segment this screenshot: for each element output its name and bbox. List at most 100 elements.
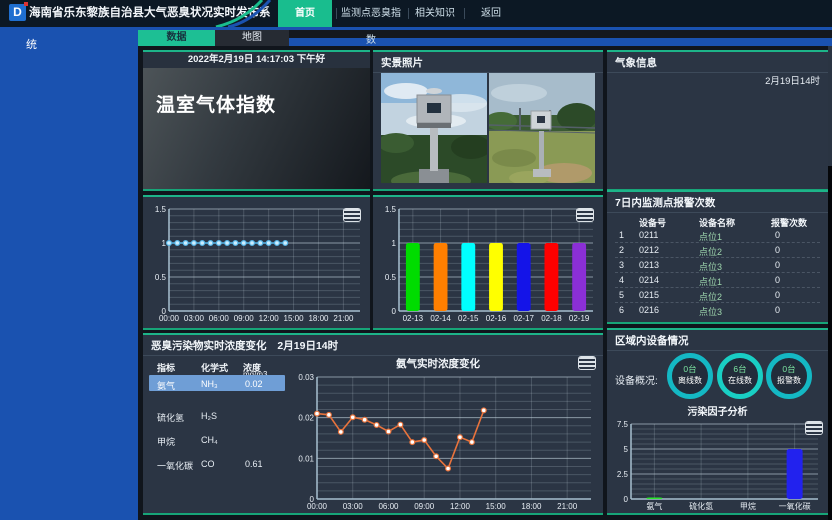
navbar-divider (0, 27, 832, 30)
nav-item-home[interactable]: 首页 (278, 0, 332, 27)
scrollbar-thumb[interactable] (828, 46, 832, 166)
page-headline: 温室气体指数 (156, 90, 276, 117)
chart-menu-icon[interactable] (579, 357, 595, 369)
column-device-name: 设备名称 (699, 216, 735, 229)
swoosh-decoration (212, 0, 274, 27)
svg-text:02-15: 02-15 (458, 314, 479, 323)
svg-text:02-14: 02-14 (430, 314, 451, 323)
svg-text:0.03: 0.03 (298, 373, 314, 382)
svg-text:02-17: 02-17 (513, 314, 534, 323)
row-divider (615, 302, 820, 303)
datetime-label: 2022年2月19日 14:17:03 下午好 (143, 52, 370, 68)
column-indicator: 指标 (157, 361, 175, 374)
svg-text:0.5: 0.5 (155, 273, 167, 282)
svg-text:7.5: 7.5 (617, 420, 629, 429)
svg-text:12:00: 12:00 (259, 314, 280, 323)
row-index: 3 (619, 260, 624, 270)
svg-text:氨气: 氨气 (646, 501, 662, 511)
device-name: 点位3 (699, 305, 722, 318)
svg-text:0: 0 (624, 495, 629, 504)
device-id: 0211 (639, 230, 658, 240)
online-label: 在线数 (722, 375, 758, 386)
site-photo-1 (381, 73, 487, 183)
pollutant-formula: NH₃ (201, 379, 218, 389)
dashboard-screen: D 海南省乐东黎族自治县大气恶臭状况实时发布系 首页 监测点恶臭指数 相关知识 … (0, 0, 832, 520)
device-id: 0213 (639, 260, 659, 270)
svg-text:09:00: 09:00 (234, 314, 255, 323)
odor-panel-title: 恶臭污染物实时浓度变化 2月19日14时 (143, 335, 603, 356)
photos-panel-title: 实景照片 (373, 52, 603, 73)
alarm-count: 0台 (771, 363, 807, 375)
alarm-count: 0 (775, 260, 780, 270)
daily-index-chart: 00.511.502-1302-1402-1502-1602-1702-1802… (375, 203, 599, 324)
device-id: 0215 (639, 290, 659, 300)
svg-text:0.02: 0.02 (298, 414, 314, 423)
svg-text:00:00: 00:00 (307, 502, 328, 511)
odor-title-text: 恶臭污染物实时浓度变化 (151, 340, 267, 352)
alarm-count: 0 (775, 230, 780, 240)
offline-label: 离线数 (672, 375, 708, 386)
svg-text:18:00: 18:00 (521, 502, 542, 511)
svg-text:2.5: 2.5 (617, 470, 629, 479)
svg-text:06:00: 06:00 (378, 502, 399, 511)
row-index: 5 (619, 290, 624, 300)
alarm-count: 0 (775, 290, 780, 300)
devices-panel-title: 区域内设备情况 (607, 330, 828, 351)
ammonia-concentration-chart: 00.010.020.0300:0003:0006:0009:0012:0015… (289, 371, 597, 512)
nav-item-odor-index[interactable]: 监测点恶臭指数 (338, 0, 404, 27)
row-divider (615, 257, 820, 258)
nav-item-back[interactable]: 返回 (468, 0, 514, 27)
svg-text:02-18: 02-18 (541, 314, 562, 323)
column-device-id: 设备号 (639, 216, 666, 229)
row-index: 6 (619, 305, 624, 315)
row-divider (615, 272, 820, 273)
chart-menu-icon[interactable] (344, 209, 360, 221)
nav-item-knowledge[interactable]: 相关知识 (410, 0, 460, 27)
svg-text:1: 1 (162, 239, 167, 248)
pollutant-formula: CO (201, 459, 215, 469)
offline-count: 0台 (672, 363, 708, 375)
greenhouse-index-chart: 00.511.500:0003:0006:0009:0012:0015:0018… (145, 203, 366, 324)
svg-text:06:00: 06:00 (209, 314, 230, 323)
pollution-factor-chart: 02.557.5氨气硫化氢甲烷一氧化碳 (611, 418, 824, 512)
chart-menu-icon[interactable] (806, 422, 822, 434)
app-title-overflow: 统 (26, 36, 37, 52)
weather-panel: 气象信息 2月19日14时 (607, 50, 828, 191)
column-alarm-count: 报警次数 (771, 216, 807, 229)
tab-map[interactable]: 地图 (215, 30, 289, 46)
greeting-body: 温室气体指数 (143, 68, 370, 189)
row-index: 2 (619, 245, 624, 255)
svg-text:02-16: 02-16 (486, 314, 507, 323)
odor-pollutants-panel: 恶臭污染物实时浓度变化 2月19日14时 指标 化学式 浓度 mg/m3 氨气 … (143, 333, 603, 515)
alarm-count: 0 (775, 275, 780, 285)
sidebar: 统 (0, 30, 138, 520)
svg-text:02-13: 02-13 (403, 314, 424, 323)
nav-separator (464, 8, 465, 19)
pollutant-value: 0.02 (245, 379, 263, 389)
svg-text:03:00: 03:00 (184, 314, 205, 323)
svg-text:一氧化碳: 一氧化碳 (779, 501, 811, 511)
pollutant-name: 氨气 (157, 379, 175, 392)
chart-menu-icon[interactable] (577, 209, 593, 221)
svg-text:09:00: 09:00 (414, 502, 435, 511)
online-count-badge: 6台 在线数 (717, 353, 763, 399)
svg-text:15:00: 15:00 (284, 314, 305, 323)
brand-logo-icon: D (9, 4, 26, 21)
svg-text:0: 0 (392, 307, 397, 316)
row-index: 4 (619, 275, 624, 285)
svg-text:1.5: 1.5 (385, 205, 397, 214)
alarms-panel-title: 7日内监测点报警次数 (607, 192, 828, 213)
tab-data[interactable]: 数据 (138, 30, 215, 46)
site-photos-panel: 实景照片 (373, 50, 603, 191)
device-id: 0214 (639, 275, 659, 285)
odor-title-time: 2月19日14时 (277, 340, 338, 352)
row-divider (615, 242, 820, 243)
column-formula: 化学式 (201, 361, 228, 374)
alarm-label: 报警数 (771, 375, 807, 386)
top-navbar: D 海南省乐东黎族自治县大气恶臭状况实时发布系 首页 监测点恶臭指数 相关知识 … (0, 0, 832, 27)
weather-panel-title: 气象信息 (607, 52, 828, 73)
devices-panel: 区域内设备情况 设备概况: 0台 离线数 6台 在线数 0台 报警数 污染因子分… (607, 328, 828, 515)
pollutant-name: 硫化氢 (157, 411, 184, 424)
site-photo-2 (489, 73, 595, 183)
svg-text:5: 5 (624, 445, 629, 454)
